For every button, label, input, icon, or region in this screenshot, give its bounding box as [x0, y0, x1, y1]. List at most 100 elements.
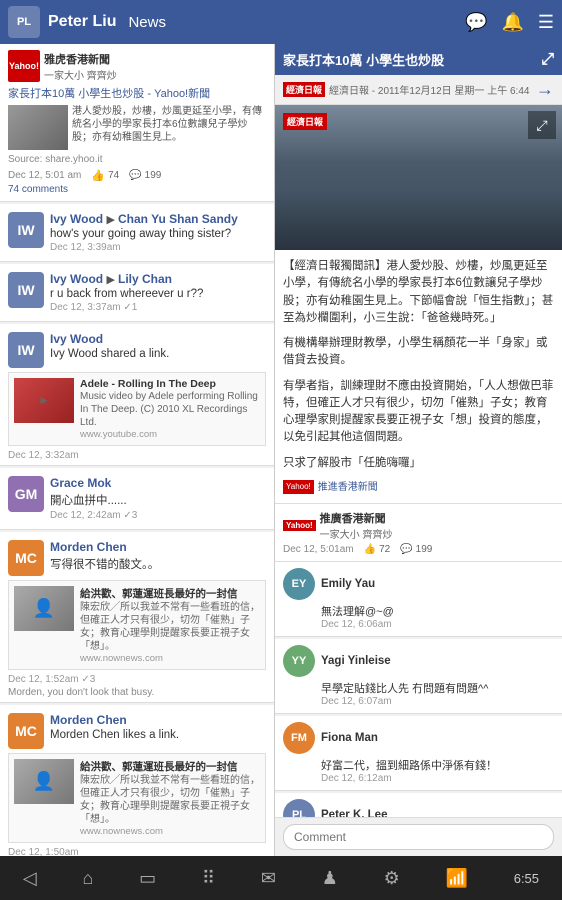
post-text: Morden Chen likes a link.: [50, 729, 266, 741]
feed-item: MC Morden Chen 写得很不错的酸文。。 👤 給洪歡、郭蓮運班長最好的…: [0, 532, 274, 703]
post-time: Dec 12, 5:01 am: [8, 170, 81, 181]
apps-icon[interactable]: ⠿: [202, 868, 215, 889]
top-bar: PL Peter Liu News 💬 🔔 ☰: [0, 0, 562, 44]
chat-icon[interactable]: 💬: [465, 12, 487, 33]
commenter-name[interactable]: Fiona Man: [321, 732, 378, 744]
post-author[interactable]: Morden Chen: [50, 540, 127, 554]
comment-reply: Morden, you don't look that busy.: [8, 687, 266, 698]
avatar: MC: [8, 713, 44, 749]
shared-comments[interactable]: 💬 199: [400, 544, 432, 555]
article-paragraph-3: 有學者指，訓練理財不應由投資開始，「人人想做巴菲特，但確正人才只有很少，切勿「催…: [283, 378, 554, 447]
source-url: Source: share.yhoo.it: [8, 154, 266, 165]
article-paragraph-4: 只求了解股市「任脆嗨囉」: [283, 455, 554, 472]
feed-item: IW Ivy Wood Ivy Wood shared a link. ▶ Ad…: [0, 324, 274, 466]
comment-input[interactable]: [283, 824, 554, 850]
post-text: Ivy Wood shared a link.: [50, 348, 266, 360]
comment-text: 早學定貼錢比人先 冇問題有問題^^: [321, 680, 554, 696]
feed-item: IW Ivy Wood ▶ Chan Yu Shan Sandy how's y…: [0, 204, 274, 262]
post-target[interactable]: Lily Chan: [118, 272, 172, 286]
article-title: 家長打本10萬 小學生也炒股: [283, 50, 444, 69]
post-target[interactable]: Chan Yu Shan Sandy: [118, 212, 238, 226]
article-date: 經濟日報 - 2011年12月12日 星期一 上午 6:44: [329, 82, 529, 97]
commenter-name[interactable]: Yagi Yinleise: [321, 655, 391, 667]
user-icon[interactable]: ♟: [322, 868, 338, 889]
link-thumbnail: 👤: [14, 759, 74, 804]
post-author[interactable]: Ivy Wood: [50, 212, 103, 226]
comment-time: Dec 12, 6:12am: [321, 773, 554, 784]
notifications-icon[interactable]: 🔔: [501, 12, 523, 33]
comment-time: Dec 12, 6:06am: [321, 619, 554, 630]
link-preview[interactable]: 👤 給洪歡、郭蓮運班長最好的一封信 陳宏欣╱所以我並不常有一些看班的信，但確正人…: [8, 580, 266, 670]
commenter-avatar: FM: [283, 722, 315, 754]
top-bar-icons: 💬 🔔 ☰: [465, 12, 554, 33]
link-thumbnail: ▶: [14, 378, 74, 423]
link-source: www.youtube.com: [80, 429, 260, 440]
commenter-name[interactable]: Peter K. Lee: [321, 809, 387, 817]
link-title: 給洪歡、郭蓮運班長最好的一封信: [80, 759, 260, 774]
comment-input-area: [275, 817, 562, 856]
article-paragraph-1: 【經濟日報獨聞訊】港人愛炒股、炒樓，炒風更延至小學，有傳統名小學的學家長打本6位…: [283, 258, 554, 327]
likes-count[interactable]: 👍 74: [91, 169, 119, 182]
comment-item: YY Yagi Yinleise 早學定貼錢比人先 冇問題有問題^^ Dec 1…: [275, 639, 562, 714]
article-header: 家長打本10萬 小學生也炒股 ⤢: [275, 44, 562, 75]
shared-source-name: 推廣香港新聞: [320, 510, 393, 526]
settings-icon[interactable]: ⚙: [384, 868, 400, 889]
image-watermark: 經濟日報: [283, 113, 327, 130]
shared-likes[interactable]: 👍 72: [364, 544, 391, 555]
message-icon[interactable]: ✉: [261, 868, 276, 889]
post-author[interactable]: Grace Mok: [50, 476, 111, 490]
link-thumbnail: 👤: [14, 586, 74, 631]
feed-item: MC Morden Chen Morden Chen likes a link.…: [0, 705, 274, 856]
link-description: 陳宏欣╱所以我並不常有一些看班的信，但確正人才只有很少，切勿「催熟」子女；教育心…: [80, 774, 260, 826]
post-text: r u back from whereever u r??: [50, 288, 266, 300]
home-button[interactable]: ⌂: [82, 868, 93, 889]
news-source-block: Yahoo! 雅虎香港新聞 一家大小 齊齊炒 家長打本10萬 小學生也炒股 - …: [0, 44, 274, 202]
post-author[interactable]: Ivy Wood: [50, 272, 103, 286]
news-thumb: [8, 105, 68, 150]
link-preview[interactable]: ▶ Adele - Rolling In The Deep Music vide…: [8, 372, 266, 446]
comment-count-label[interactable]: 74 comments: [8, 184, 266, 195]
post-time: Dec 12, 1:52am ✓3: [8, 674, 266, 685]
post-text: how's your going away thing sister?: [50, 228, 266, 240]
article-and-comments: 家長打本10萬 小學生也炒股 ⤢ 經濟日報 經濟日報 - 2011年12月12日…: [275, 44, 562, 817]
link-preview[interactable]: 👤 給洪歡、郭蓮運班長最好的一封信 陳宏欣╱所以我並不常有一些看班的信，但確正人…: [8, 753, 266, 843]
shared-time: Dec 12, 5:01am: [283, 544, 354, 555]
user-avatar[interactable]: PL: [8, 6, 40, 38]
more-source-text[interactable]: 推進香港新聞: [318, 480, 378, 495]
post-author[interactable]: Ivy Wood: [50, 332, 103, 346]
post-time: Dec 12, 3:32am: [8, 450, 266, 461]
link-source: www.nownews.com: [80, 826, 260, 837]
menu-icon[interactable]: ☰: [538, 12, 554, 33]
user-name: Peter Liu: [48, 13, 116, 31]
post-time: Dec 12, 2:42am ✓3: [50, 510, 266, 521]
commenter-name[interactable]: Emily Yau: [321, 578, 375, 590]
link-title: 給洪歡、郭蓮運班長最好的一封信: [80, 586, 260, 601]
yahoo-logo: Yahoo!: [8, 50, 40, 82]
news-headline[interactable]: 家長打本10萬 小學生也炒股 - Yahoo!新聞: [8, 85, 266, 101]
article-image-container: 經濟日報 ⤢: [275, 105, 562, 250]
comment-text: 無法理解@~@: [321, 603, 554, 619]
back-button[interactable]: ◁: [23, 868, 37, 889]
avatar: IW: [8, 272, 44, 308]
comment-text: 好富二代，搵到細路係中淨係有錢！: [321, 757, 554, 773]
avatar: MC: [8, 540, 44, 576]
recent-apps-button[interactable]: ▭: [139, 868, 156, 889]
article-body: 【經濟日報獨聞訊】港人愛炒股、炒樓，炒風更延至小學，有傳統名小學的學家長打本6位…: [275, 250, 562, 503]
arrow-right-icon[interactable]: →: [536, 79, 554, 100]
comment-time: Dec 12, 6:07am: [321, 696, 554, 707]
comment-item: PL Peter K. Lee 食有安目割得燒，繼續省生爛!!!! Dec 12…: [275, 793, 562, 817]
news-description: 港人愛炒股，炒樓，炒風更延至小學，有傳統名小學的學家長打本6位數讓兒子學炒股；亦…: [72, 105, 266, 144]
expand-icon[interactable]: ⤢: [541, 51, 554, 69]
post-author[interactable]: Morden Chen: [50, 713, 127, 727]
article-source-logo: 經濟日報: [283, 82, 325, 97]
more-source-link[interactable]: Yahoo! 推進香港新聞: [283, 480, 554, 495]
feed-item: IW Ivy Wood ▶ Lily Chan r u back from wh…: [0, 264, 274, 322]
network-icon[interactable]: 📶: [446, 868, 468, 889]
comments-section: EY Emily Yau 無法理解@~@ Dec 12, 6:06am YY Y…: [275, 562, 562, 817]
post-text: 写得很不错的酸文。。: [50, 556, 266, 572]
comments-count[interactable]: 💬 199: [129, 170, 161, 181]
article-paragraph-2: 有機構舉辦理財教學，小學生稱顏花一半「身家」或借貸去投資。: [283, 335, 554, 370]
fullscreen-button[interactable]: ⤢: [528, 111, 556, 139]
post-text: 開心血拼中......: [50, 492, 266, 508]
clock: 6:55: [514, 871, 539, 886]
